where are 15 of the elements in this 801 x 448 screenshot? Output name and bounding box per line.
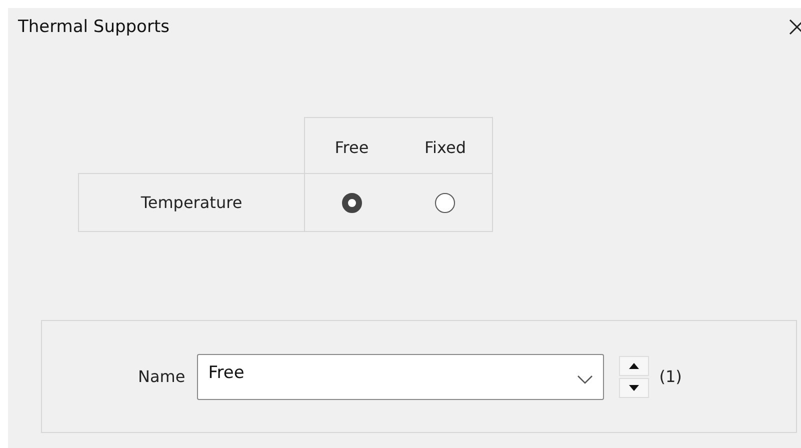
column-header: Free <box>334 137 370 157</box>
name-label: Name <box>138 367 186 386</box>
name-dropdown[interactable]: Free <box>197 354 604 400</box>
window-title: Thermal Supports <box>18 17 170 37</box>
row-label: Temperature <box>140 193 242 212</box>
radio-button[interactable] <box>342 192 362 212</box>
column-header: Fixed <box>424 137 467 157</box>
radio-button[interactable] <box>435 192 456 212</box>
count-label: (1) <box>659 367 682 386</box>
spin-down-button[interactable] <box>619 378 650 398</box>
close-button[interactable] <box>789 18 801 36</box>
triangle-down-icon <box>629 384 640 390</box>
triangle-up-icon <box>629 362 640 368</box>
spin-up-button[interactable] <box>619 356 650 376</box>
chevron-down-icon <box>577 374 594 384</box>
